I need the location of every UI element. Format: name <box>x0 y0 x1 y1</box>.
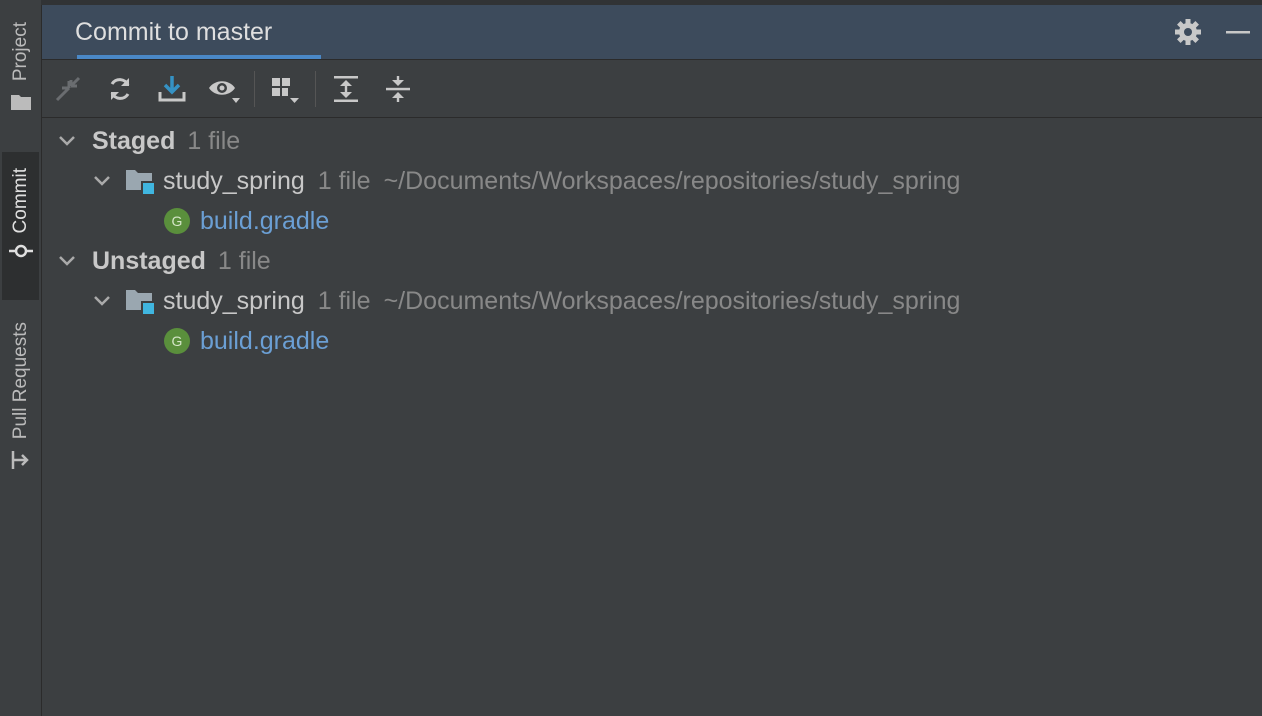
refresh-icon <box>110 77 130 100</box>
tab-commit-label: Commit <box>9 168 31 234</box>
file-name: build.gradle <box>200 206 330 235</box>
gradle-file-icon: G <box>164 208 190 234</box>
view-options-icon <box>209 80 240 103</box>
repo-name: study_spring <box>163 166 305 195</box>
changes-tree: Staged 1 file study_spring 1 file ~/Docu… <box>42 121 1262 716</box>
repo-path: ~/Documents/Workspaces/repositories/stud… <box>383 166 961 195</box>
tab-commit-to-master[interactable]: Commit to master <box>75 5 272 59</box>
gear-icon[interactable] <box>1174 18 1202 46</box>
tab-commit[interactable]: Commit <box>2 152 39 300</box>
rollback-button[interactable] <box>42 60 94 117</box>
repo-path: ~/Documents/Workspaces/repositories/stud… <box>383 286 961 315</box>
collapse-all-button[interactable] <box>372 60 424 117</box>
collapse-all-icon <box>386 75 410 102</box>
file-row[interactable]: G build.gradle <box>42 201 1262 241</box>
tab-pull-requests-label: Pull Requests <box>9 322 31 440</box>
update-project-button[interactable] <box>146 60 198 117</box>
expand-all-icon <box>334 75 358 102</box>
tab-project[interactable]: Project <box>2 22 39 132</box>
repo-name: study_spring <box>163 286 305 315</box>
group-label: Unstaged <box>92 246 206 275</box>
repository-folder-icon <box>126 290 155 315</box>
repository-folder-icon <box>126 170 155 195</box>
active-tab-indicator <box>77 55 321 59</box>
group-staged[interactable]: Staged 1 file <box>42 121 1262 161</box>
gradle-file-icon: G <box>164 328 190 354</box>
repo-node[interactable]: study_spring 1 file ~/Documents/Workspac… <box>42 161 1262 201</box>
tab-project-label: Project <box>9 22 31 82</box>
rollback-icon <box>55 76 81 101</box>
group-by-icon <box>272 77 299 103</box>
commit-toolbar <box>42 60 1262 118</box>
pull-request-icon <box>11 451 29 470</box>
group-count: 1 file <box>187 126 241 155</box>
repo-node[interactable]: study_spring 1 file ~/Documents/Workspac… <box>42 281 1262 321</box>
group-count: 1 file <box>217 246 271 275</box>
minimize-icon[interactable] <box>1226 20 1250 44</box>
tool-window-strip: Project Commit Pull Requests <box>0 0 42 716</box>
chevron-down-icon[interactable] <box>56 250 78 272</box>
chevron-down-icon[interactable] <box>91 290 113 312</box>
file-row[interactable]: G build.gradle <box>42 321 1262 361</box>
refresh-button[interactable] <box>94 60 146 117</box>
chevron-down-icon[interactable] <box>56 130 78 152</box>
repo-count: 1 file <box>317 166 371 195</box>
commit-icon <box>8 245 33 258</box>
view-options-button[interactable] <box>198 60 250 117</box>
group-by-button[interactable] <box>259 60 311 117</box>
toolbar-separator <box>254 70 255 107</box>
group-unstaged[interactable]: Unstaged 1 file <box>42 241 1262 281</box>
file-name: build.gradle <box>200 326 330 355</box>
tab-pull-requests[interactable]: Pull Requests <box>2 322 39 502</box>
expand-all-button[interactable] <box>320 60 372 117</box>
folder-icon <box>10 95 31 111</box>
tool-window-header: Commit to master <box>42 5 1262 60</box>
toolbar-separator <box>315 70 316 107</box>
group-label: Staged <box>92 126 176 155</box>
update-icon <box>158 75 186 101</box>
page-title: Commit to master <box>75 17 273 46</box>
chevron-down-icon[interactable] <box>91 170 113 192</box>
repo-count: 1 file <box>317 286 371 315</box>
